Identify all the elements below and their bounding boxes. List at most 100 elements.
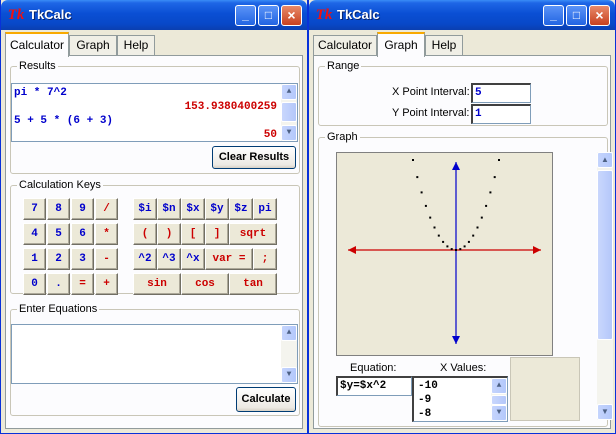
function-key-button[interactable]: sqrt xyxy=(229,223,277,245)
function-key-button[interactable]: $x xyxy=(181,198,205,220)
function-key-button[interactable]: ^3 xyxy=(157,248,181,270)
key-button[interactable]: - xyxy=(95,248,118,270)
equation-scrollbar[interactable]: ▲ ▼ xyxy=(281,325,297,383)
equation-input[interactable]: ▲ ▼ xyxy=(11,324,298,384)
tab-help[interactable]: Help xyxy=(117,35,155,56)
tk-logo-icon: Tk xyxy=(7,7,25,23)
key-button[interactable]: 6 xyxy=(71,223,94,245)
results-legend: Results xyxy=(19,60,56,72)
function-key-button[interactable]: ( xyxy=(133,223,157,245)
key-button[interactable]: 7 xyxy=(23,198,46,220)
tab-calculator[interactable]: Calculator xyxy=(5,32,69,57)
graph-canvas[interactable] xyxy=(336,152,553,356)
list-item[interactable]: -10 xyxy=(418,380,438,392)
function-key-button[interactable]: pi xyxy=(253,198,277,220)
function-key-button[interactable]: ^2 xyxy=(133,248,157,270)
function-key-button[interactable]: ) xyxy=(157,223,181,245)
key-button[interactable]: + xyxy=(95,273,118,295)
key-button[interactable]: 3 xyxy=(71,248,94,270)
plot-point xyxy=(429,216,432,219)
title-bar[interactable]: Tk TkCalc _ □ × xyxy=(1,0,307,30)
list-item[interactable]: -8 xyxy=(418,408,431,420)
scroll-thumb[interactable] xyxy=(597,170,613,340)
scroll-thumb[interactable] xyxy=(491,395,507,405)
scroll-down-icon[interactable]: ▼ xyxy=(491,405,507,421)
x-interval-input[interactable]: 5 xyxy=(471,83,531,103)
function-key-button[interactable]: $i xyxy=(133,198,157,220)
function-key-button[interactable]: ; xyxy=(253,248,277,270)
title-bar[interactable]: Tk TkCalc _ □ × xyxy=(309,0,615,30)
maximize-button[interactable]: □ xyxy=(566,5,587,26)
clear-results-button[interactable]: Clear Results xyxy=(212,146,296,169)
scroll-up-icon[interactable]: ▲ xyxy=(597,152,613,168)
x-values-list[interactable]: -10 -9 -8 ▲ ▼ xyxy=(412,376,508,422)
plot-point xyxy=(476,226,479,229)
tab-help[interactable]: Help xyxy=(425,35,463,56)
close-button[interactable]: × xyxy=(589,5,610,26)
enter-equations-legend: Enter Equations xyxy=(19,303,98,315)
scroll-up-icon[interactable]: ▲ xyxy=(491,378,507,394)
scroll-down-icon[interactable]: ▼ xyxy=(281,125,297,141)
close-button[interactable]: × xyxy=(281,5,302,26)
y-interval-input[interactable]: 1 xyxy=(471,104,531,124)
plot-point xyxy=(437,234,440,237)
key-button[interactable]: 9 xyxy=(71,198,94,220)
maximize-button[interactable]: □ xyxy=(258,5,279,26)
function-key-button[interactable]: tan xyxy=(229,273,277,295)
plot-point xyxy=(442,240,445,243)
calculate-button[interactable]: Calculate xyxy=(236,387,296,412)
minimize-button[interactable]: _ xyxy=(543,5,564,26)
result-line-output: 153.9380400259 xyxy=(184,101,277,113)
plot-point xyxy=(489,191,492,194)
function-key-button[interactable]: $z xyxy=(229,198,253,220)
scroll-up-icon[interactable]: ▲ xyxy=(281,325,297,341)
results-scrollbar[interactable]: ▲ ▼ xyxy=(281,84,297,141)
graph-equation-input[interactable]: $y=$x^2 xyxy=(336,376,412,396)
function-key-button[interactable]: cos xyxy=(181,273,229,295)
key-button[interactable]: . xyxy=(47,273,70,295)
function-key-button[interactable]: ] xyxy=(205,223,229,245)
function-key-button[interactable]: $y xyxy=(205,198,229,220)
key-button[interactable]: * xyxy=(95,223,118,245)
key-button[interactable]: 2 xyxy=(47,248,70,270)
scroll-down-icon[interactable]: ▼ xyxy=(281,367,297,383)
key-button[interactable]: 1 xyxy=(23,248,46,270)
function-key-button[interactable]: $n xyxy=(157,198,181,220)
tk-logo-icon: Tk xyxy=(315,7,333,23)
function-key-button[interactable]: ^x xyxy=(181,248,205,270)
x-values-label: X Values: xyxy=(440,362,487,374)
tab-calculator[interactable]: Calculator xyxy=(313,35,377,56)
scroll-thumb[interactable] xyxy=(281,102,297,122)
x-values-scrollbar[interactable]: ▲ ▼ xyxy=(491,378,507,421)
graph-info-panel xyxy=(510,357,580,421)
key-button[interactable]: / xyxy=(95,198,118,220)
graph-page: Range X Point Interval: 5 Y Point Interv… xyxy=(313,55,613,429)
window-title: TkCalc xyxy=(29,7,72,22)
function-key-button[interactable]: sin xyxy=(133,273,181,295)
plot-point xyxy=(416,176,419,179)
tab-graph[interactable]: Graph xyxy=(377,32,425,57)
function-key-button[interactable]: [ xyxy=(181,223,205,245)
key-button[interactable]: 4 xyxy=(23,223,46,245)
key-button[interactable]: 0 xyxy=(23,273,46,295)
key-button[interactable]: = xyxy=(71,273,94,295)
graph-window: Tk TkCalc _ □ × Calculator Graph Help Ra… xyxy=(308,0,616,434)
function-key-button[interactable]: var = xyxy=(205,248,253,270)
plot-point xyxy=(463,245,466,248)
results-display[interactable]: pi * 7^2 153.9380400259 5 + 5 * (6 + 3) … xyxy=(11,83,298,142)
plot-point xyxy=(498,159,500,161)
calculator-window: Tk TkCalc _ □ × Calculator Graph Help Re… xyxy=(0,0,308,434)
plot-point xyxy=(472,234,475,237)
list-item[interactable]: -9 xyxy=(418,394,431,406)
key-button[interactable]: 5 xyxy=(47,223,70,245)
scroll-up-icon[interactable]: ▲ xyxy=(281,84,297,100)
scroll-down-icon[interactable]: ▼ xyxy=(597,404,613,420)
plot-point xyxy=(485,204,488,207)
graph-scrollbar[interactable]: ▲ ▼ xyxy=(597,152,613,420)
plot-point xyxy=(433,226,436,229)
result-line-input: pi * 7^2 xyxy=(14,87,67,99)
tab-graph[interactable]: Graph xyxy=(69,35,117,56)
minimize-button[interactable]: _ xyxy=(235,5,256,26)
window-title: TkCalc xyxy=(337,7,380,22)
key-button[interactable]: 8 xyxy=(47,198,70,220)
